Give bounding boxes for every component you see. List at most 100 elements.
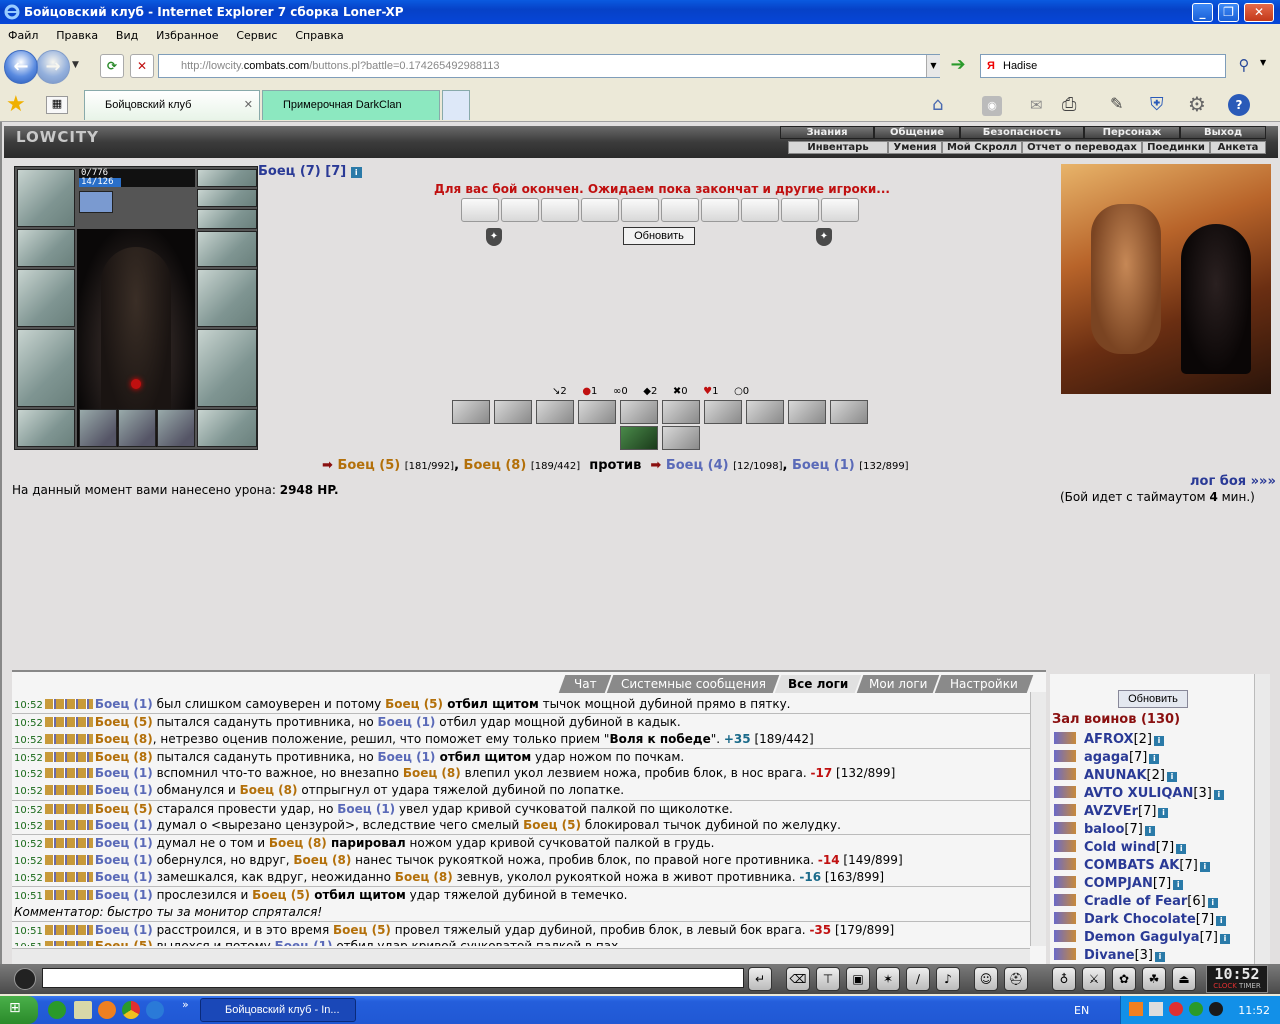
send-icon[interactable]: ↵ (748, 967, 772, 991)
nav-my-scroll[interactable]: Мой Скролл (942, 141, 1022, 154)
fighter-link[interactable]: Боец (5) (95, 802, 153, 816)
start-button[interactable]: ⊞ (0, 996, 38, 1024)
nav-knowledge[interactable]: Знания (780, 126, 874, 139)
tab-chat[interactable]: Чат (558, 675, 612, 693)
player-name[interactable]: AVZVEr (1084, 804, 1138, 819)
nav-communication[interactable]: Общение (874, 126, 960, 139)
player-name[interactable]: Divane (1084, 948, 1135, 963)
system-clock[interactable]: 11:52 (1238, 1004, 1270, 1017)
player-entry[interactable]: ANUNAK[2] i (1054, 768, 1177, 786)
ring-slot-2[interactable] (118, 409, 156, 447)
smiley-icon[interactable]: ☺ (974, 967, 998, 991)
skill-button[interactable] (704, 400, 742, 424)
fighter-link[interactable]: Боец (8) (395, 870, 453, 884)
nav-exit[interactable]: Выход (1180, 126, 1266, 139)
fighter-title[interactable]: Боец (7) [7] i (258, 164, 362, 179)
bottle-icon[interactable]: ♁ (1052, 967, 1076, 991)
fighter-link[interactable]: Боец (1) (378, 750, 436, 764)
info-icon[interactable]: i (1144, 826, 1155, 836)
scroll-slot[interactable] (581, 198, 619, 222)
tray-icon[interactable] (1129, 1002, 1143, 1016)
nav-transfers[interactable]: Отчет о переводах (1022, 141, 1142, 154)
player-entry[interactable]: Cold wind[7] i (1054, 840, 1187, 858)
fighter-link[interactable]: Боец (5) (523, 818, 581, 832)
private-arrow-icon[interactable] (1054, 822, 1076, 834)
tray-icon[interactable] (1149, 1002, 1163, 1016)
private-arrow-icon[interactable] (1054, 750, 1076, 762)
quicklaunch-icon[interactable] (74, 1001, 92, 1019)
nav-character[interactable]: Персонаж (1084, 126, 1180, 139)
close-button[interactable]: ✕ (1244, 3, 1274, 22)
skill-button[interactable] (746, 400, 784, 424)
favorites-star-icon[interactable]: ★ (6, 92, 26, 117)
safety-shield-icon[interactable]: ⛨ (1150, 94, 1164, 115)
refresh-button[interactable]: Обновить (623, 227, 695, 245)
fighter-link[interactable]: Боец (1) (95, 888, 153, 902)
scroll-slot[interactable] (461, 198, 499, 222)
quick-tabs-icon[interactable]: ▦ (46, 96, 68, 114)
new-tab-button[interactable] (442, 90, 470, 120)
fighter-link[interactable]: Боец (5) (333, 923, 391, 937)
tab-fight-club[interactable]: Бойцовский клуб ✕ (84, 90, 260, 120)
nav-skills[interactable]: Умения (888, 141, 942, 154)
info-icon[interactable]: i (1158, 808, 1169, 818)
private-arrow-icon[interactable] (1054, 840, 1076, 852)
gloves-slot[interactable] (197, 231, 257, 267)
info-icon[interactable]: i (350, 167, 362, 178)
info-icon[interactable]: i (1220, 934, 1230, 944)
info-icon[interactable]: i (1155, 952, 1165, 962)
log-horizontal-scrollbar[interactable] (12, 948, 1030, 964)
fighter-link[interactable]: Боец (1) (95, 783, 153, 797)
player-name[interactable]: Cold wind (1084, 840, 1156, 855)
search-icon[interactable]: ⚲ (1232, 54, 1256, 78)
info-icon[interactable]: i (1216, 916, 1227, 926)
scroll-slot[interactable] (501, 198, 539, 222)
fight-icon[interactable]: ⚔ (1082, 967, 1106, 991)
skill-button[interactable] (452, 400, 490, 424)
fighter-link[interactable]: Боец (8) (403, 766, 461, 780)
fighter-link[interactable]: Боец (8) (95, 750, 153, 764)
fighter-link[interactable]: Боец (5) (252, 888, 310, 902)
fighter-link[interactable]: Боец (1) (95, 766, 153, 780)
online-scrollbar[interactable] (1254, 674, 1270, 964)
fighter-link[interactable]: Боец (1) (95, 818, 153, 832)
go-arrow-icon[interactable]: ➔ (946, 54, 970, 78)
bag-icon[interactable]: ✿ (1112, 967, 1136, 991)
skill-button[interactable] (494, 400, 532, 424)
fighter-link[interactable]: Боец (8) (293, 853, 351, 867)
info-icon[interactable]: i (1207, 898, 1218, 908)
search-options-icon[interactable]: ▼ (1260, 58, 1272, 72)
helmet-icon[interactable]: ⛑ (1004, 967, 1028, 991)
sound-icon[interactable]: ♪ (936, 967, 960, 991)
private-arrow-icon[interactable] (1054, 948, 1076, 960)
skill-button-active[interactable] (620, 426, 658, 450)
player-entry[interactable]: Demon Gagulya[7] i (1054, 930, 1230, 948)
skill-button[interactable] (788, 400, 826, 424)
back-button[interactable]: ← (4, 50, 38, 84)
eraser-icon[interactable]: ⌫ (786, 967, 810, 991)
tab-all-logs[interactable]: Все логи (774, 675, 862, 693)
fighter-link[interactable]: Боец (5) (95, 715, 153, 729)
player-entry[interactable]: agaga[7] i (1054, 750, 1160, 768)
skill-button[interactable] (620, 400, 658, 424)
taskbar-ie-task[interactable]: Бойцовский клуб - In... (200, 998, 356, 1022)
firefox-icon[interactable] (98, 1001, 116, 1019)
menu-file[interactable]: Файл (0, 26, 44, 42)
tab-darkclan[interactable]: Примерочная DarkClan (262, 90, 440, 120)
tools-gear-icon[interactable]: ⚙ (1188, 92, 1206, 116)
online-refresh-button[interactable]: Обновить (1118, 690, 1188, 708)
history-dropdown-icon[interactable]: ▼ (72, 60, 84, 70)
fighter-link[interactable]: Боец (8) (95, 732, 153, 746)
player-entry[interactable]: AFROX[2] i (1054, 732, 1164, 750)
quicklaunch-icon[interactable] (48, 1001, 66, 1019)
page-icon[interactable]: ✎ (1110, 94, 1123, 113)
player-name[interactable]: Demon Gagulya (1084, 930, 1200, 945)
home-icon[interactable]: ⌂ (932, 94, 943, 115)
rss-icon[interactable]: ◉ (982, 96, 1002, 116)
nav-profile[interactable]: Анкета (1210, 141, 1266, 154)
tab-system-messages[interactable]: Системные сообщения (606, 675, 780, 693)
fighter-link[interactable]: Боец (1) (275, 939, 333, 946)
tray-icon[interactable] (1169, 1002, 1183, 1016)
fighter-link[interactable]: Боец (8) (269, 836, 327, 850)
info-icon[interactable]: i (1153, 736, 1164, 746)
